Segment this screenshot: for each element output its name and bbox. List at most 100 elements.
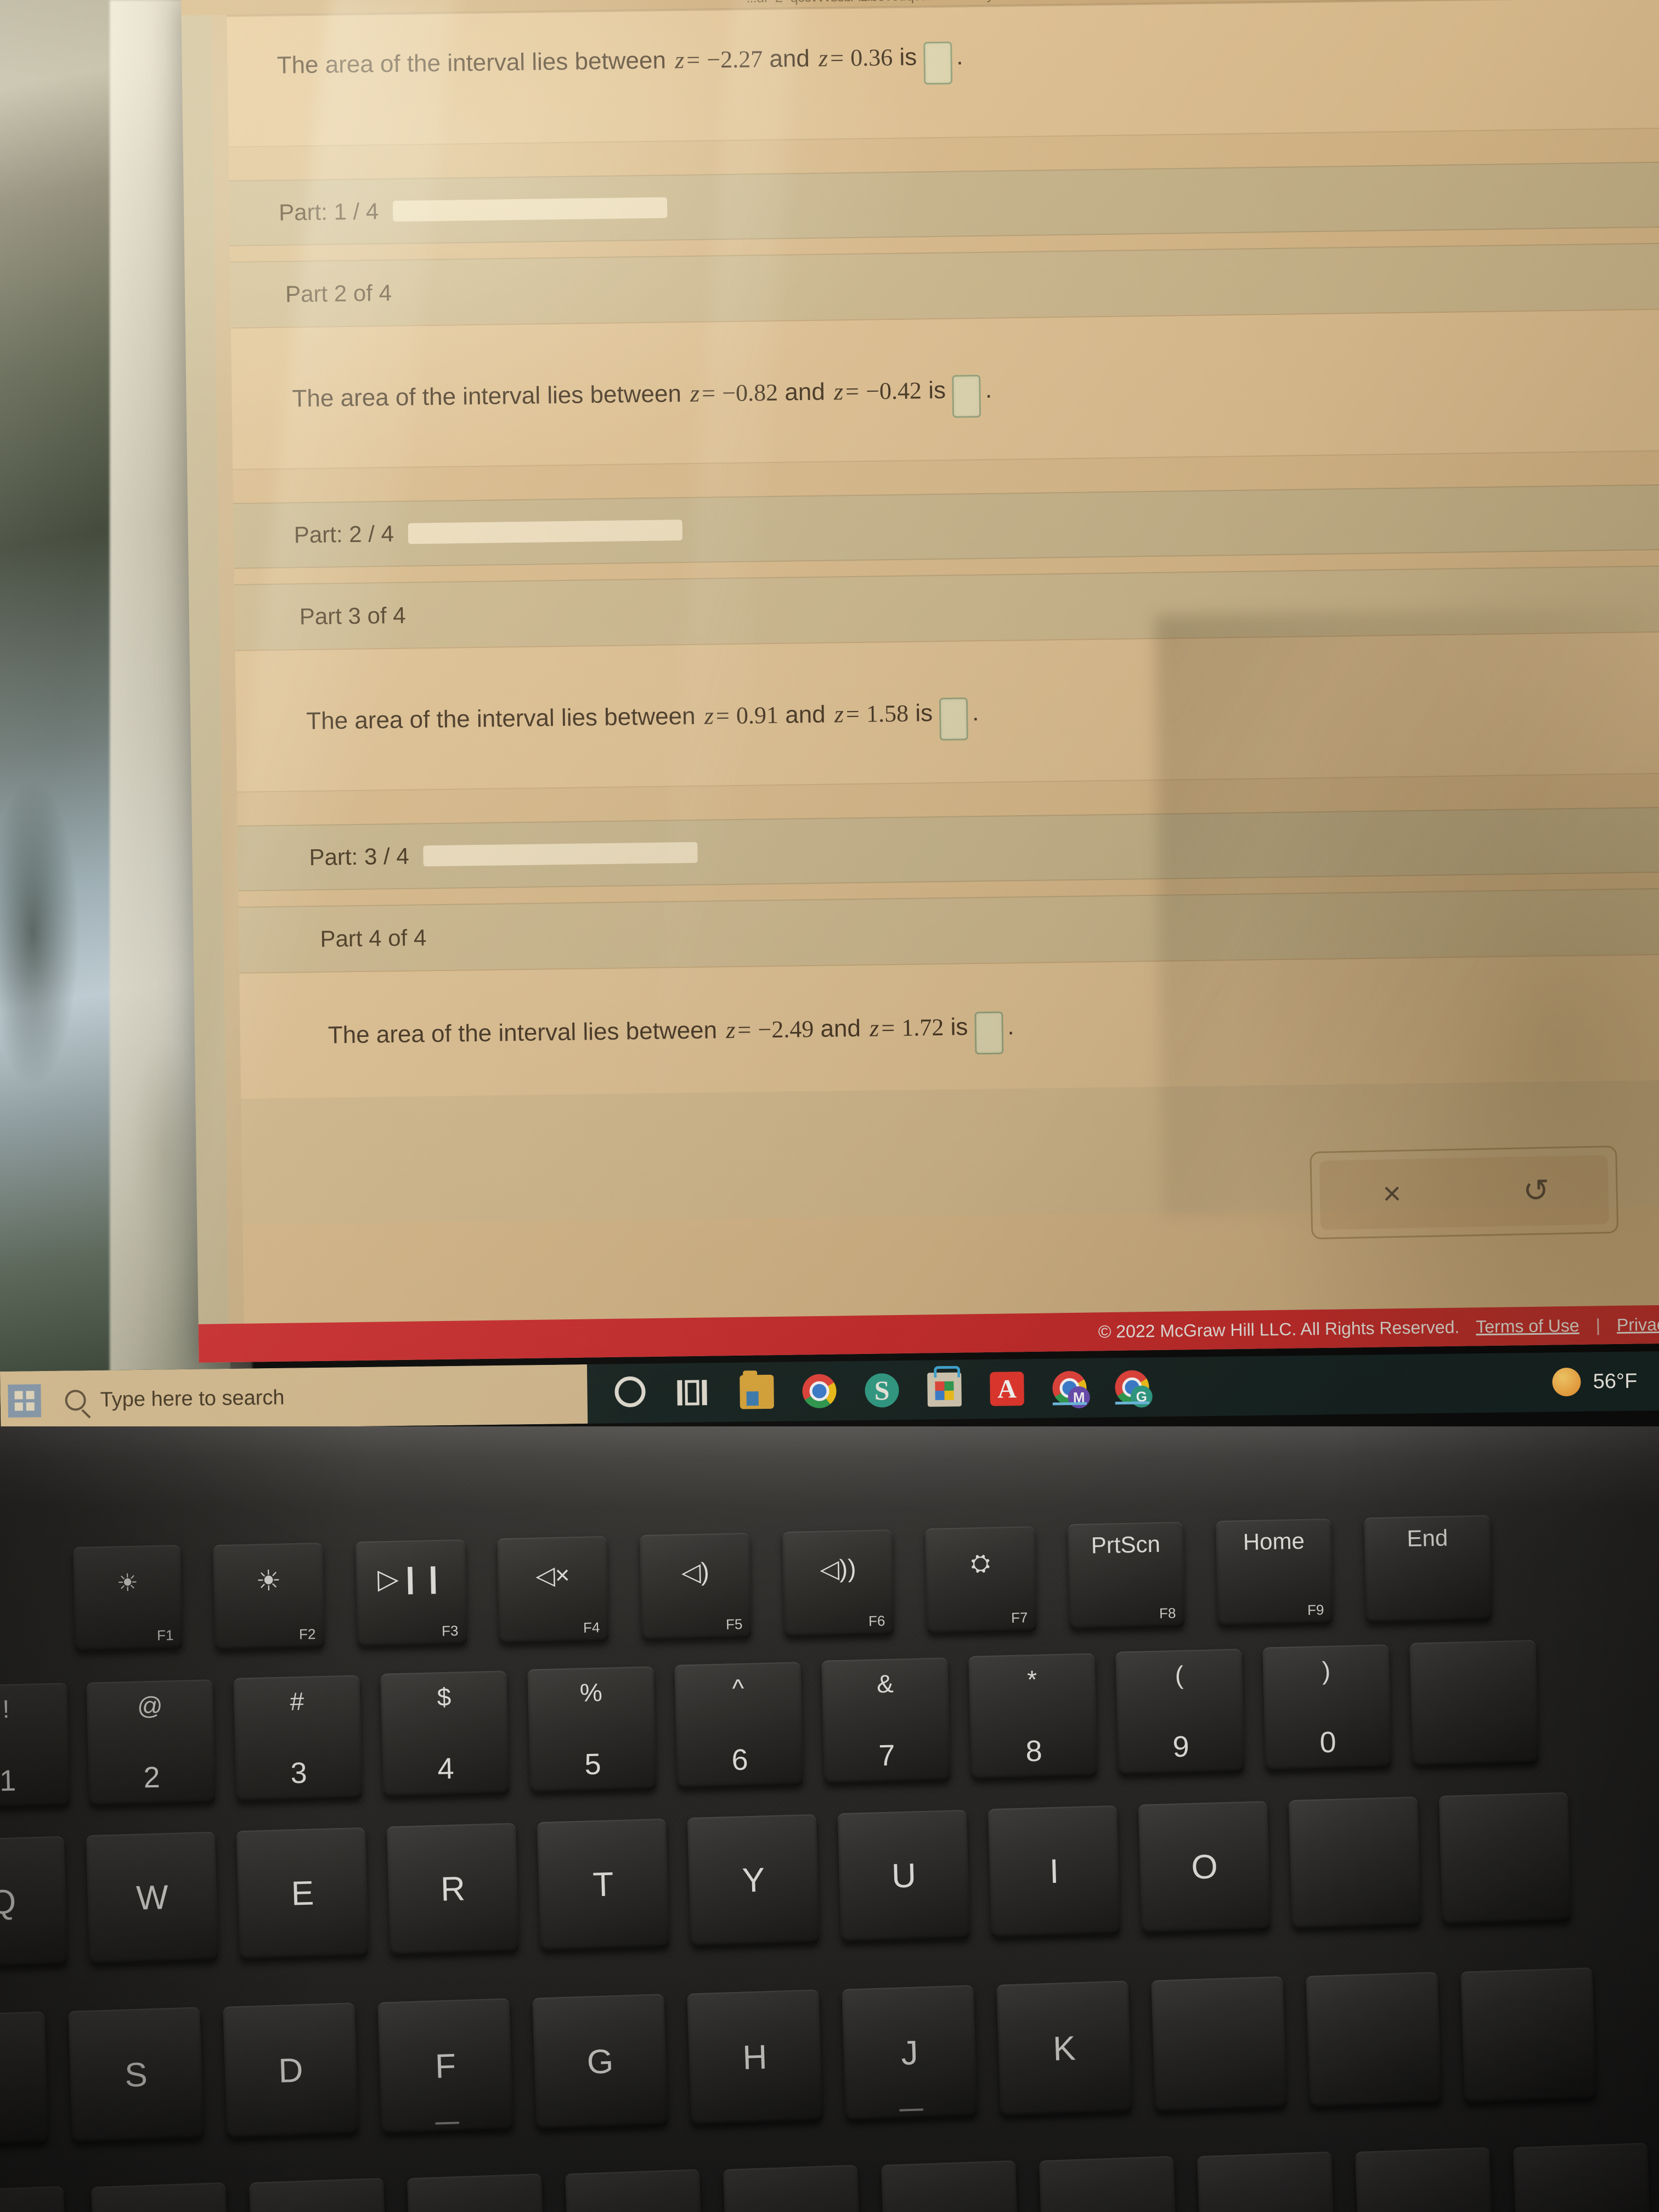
key-shift-left[interactable] [0,2186,69,2212]
key-6-top: ^ [731,1673,744,1703]
key-e[interactable]: E [236,1827,369,1960]
part2-eq1: = [701,380,716,407]
key-comma[interactable] [1197,2151,1336,2212]
acrobat-reader-icon[interactable]: A [990,1372,1024,1406]
part3-answer-input[interactable] [939,697,968,741]
key-w[interactable]: W [86,1831,219,1965]
part2-question-text: The area of the interval lies between z … [231,310,1659,471]
key-n[interactable] [881,2160,1020,2212]
key-g[interactable]: G [532,1994,668,2130]
key-z[interactable] [91,2182,230,2212]
key-t[interactable]: T [537,1818,670,1951]
windows-logo-icon[interactable] [8,1384,42,1418]
key-period[interactable] [1355,2147,1494,2212]
undo-icon[interactable]: ↺ [1463,1155,1609,1227]
file-explorer-icon[interactable] [740,1374,774,1409]
brightness-down-key[interactable]: ☀ F1 [73,1544,183,1652]
play-pause-key[interactable]: ▷❙❙ F3 [356,1539,467,1647]
key-9[interactable]: ( 9 [1115,1649,1245,1775]
taskbar-weather-widget[interactable]: 56°F [1552,1351,1659,1412]
skype-icon[interactable]: S [865,1373,899,1408]
key-quote[interactable] [1460,1967,1596,2103]
home-key[interactable]: Home F9 [1216,1518,1333,1627]
key-4[interactable]: $ 4 [380,1671,510,1797]
privacy-link[interactable]: Privacy [1617,1314,1659,1335]
microsoft-store-icon[interactable] [927,1372,962,1407]
f2-label: F2 [298,1626,316,1643]
chrome-icon[interactable] [802,1374,837,1409]
part2-header-label: Part 2 of 4 [285,280,392,307]
key-i[interactable]: I [988,1805,1121,1938]
key-9-bottom: 9 [1172,1730,1190,1764]
part4-conj: and [820,1014,861,1042]
end-key[interactable]: End [1364,1515,1492,1623]
key-r[interactable]: R [386,1822,520,1956]
key-u[interactable]: U [837,1809,970,1943]
f3-label: F3 [441,1622,459,1639]
cortana-icon[interactable] [614,1376,649,1411]
mute-key[interactable]: ◁× F4 [497,1536,609,1644]
key-6[interactable]: ^ 6 [674,1662,804,1788]
key-2[interactable]: @ 2 [86,1679,216,1806]
key-a[interactable]: A [0,2011,49,2147]
key-d[interactable]: D [223,2002,359,2138]
key-h[interactable]: H [687,1989,823,2125]
part4-val1: −2.49 [758,1015,814,1043]
taskbar-search-area[interactable]: Type here to search [0,1364,588,1431]
key-1-top: ! [2,1694,10,1724]
part3-eq1: = [715,702,730,730]
key-3-bottom: 3 [290,1756,308,1790]
part2-var2: z [833,378,844,405]
print-screen-key[interactable]: PrtScn F8 [1068,1521,1185,1630]
laptop-screen: ...uf~2~qccvvvssbALib0v0uqcutrrWNIbbcyZ … [180,0,1659,1363]
key-semicolon[interactable] [1306,1972,1442,2108]
brightness-up-key[interactable]: ☀ F2 [213,1542,325,1651]
chrome-profile-m-icon[interactable]: M [1052,1370,1090,1409]
key-x[interactable] [249,2177,388,2212]
key-minus[interactable] [1409,1640,1539,1767]
part3-period: . [972,699,979,726]
key-o[interactable]: O [1138,1801,1271,1934]
key-1[interactable]: ! 1 [0,1683,70,1809]
volume-up-key[interactable]: ◁)) F6 [782,1529,894,1638]
key-v[interactable] [565,2169,704,2212]
key-0[interactable]: ) 0 [1262,1644,1392,1771]
part4-val2: 1.72 [901,1013,944,1041]
key-b[interactable] [723,2164,862,2212]
part4-answer-input[interactable] [974,1011,1004,1055]
part4-suffix: is [950,1013,968,1041]
terms-of-use-link[interactable]: Terms of Use [1476,1315,1579,1336]
part2-answer-input[interactable] [952,374,981,418]
key-o-label: O [1190,1848,1218,1887]
part1-eq1: = [686,46,701,74]
key-l[interactable] [1151,1976,1287,2112]
active-window-indicator [1052,1402,1087,1406]
key-p[interactable] [1288,1796,1421,1929]
volume-down-key[interactable]: ◁) F5 [640,1532,752,1641]
key-8[interactable]: * 8 [968,1653,1098,1780]
key-j[interactable]: J [842,1985,978,2121]
key-c[interactable] [407,2173,546,2212]
key-y[interactable]: Y [687,1814,820,1947]
key-5[interactable]: % 5 [527,1666,657,1793]
part3-val1: 0.91 [736,701,779,729]
key-m[interactable] [1039,2155,1178,2212]
task-view-icon[interactable] [677,1375,712,1410]
key-bracket-left[interactable] [1438,1792,1572,1925]
key-f[interactable]: F [377,1998,514,2134]
part3-var1: z [704,702,714,730]
clear-icon[interactable]: × [1319,1158,1465,1230]
key-s[interactable]: S [68,2007,204,2143]
keyboard-backlight-key[interactable]: ⛭ F7 [925,1526,1037,1634]
chrome-profile-g-icon[interactable]: G [1115,1370,1153,1408]
key-5-top: % [579,1678,603,1707]
key-q[interactable]: Q [0,1836,68,1969]
key-3[interactable]: # 3 [233,1675,363,1802]
key-7[interactable]: & 7 [821,1657,951,1784]
key-k[interactable]: K [996,1980,1132,2117]
search-input[interactable]: Type here to search [100,1386,284,1412]
part1-answer-input[interactable] [923,41,952,85]
key-slash[interactable] [1513,2142,1652,2212]
f9-label: F9 [1307,1601,1324,1618]
part3-val2: 1.58 [866,699,909,727]
